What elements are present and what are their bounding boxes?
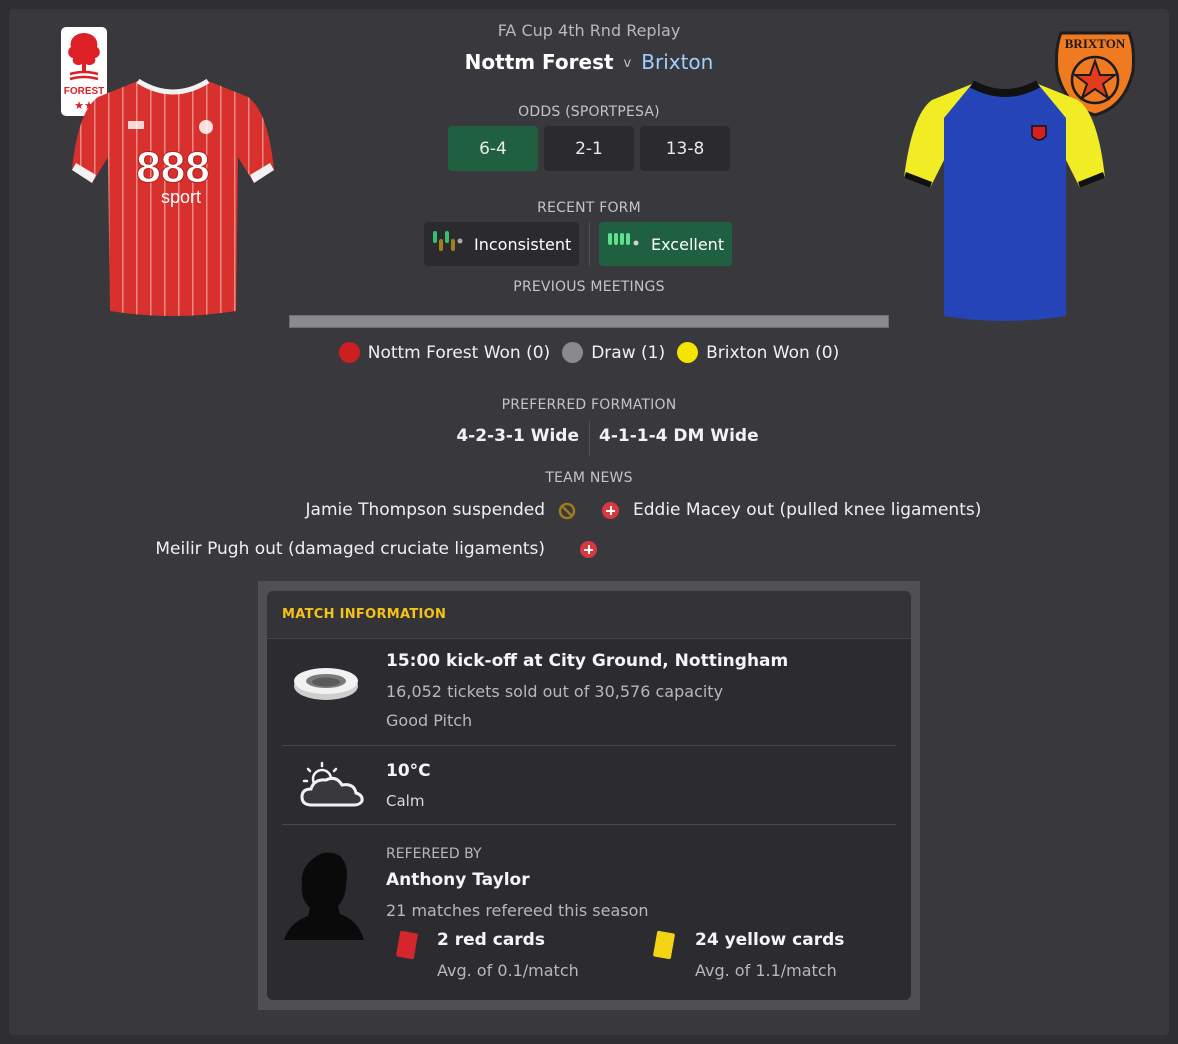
home-won-dot bbox=[338, 342, 360, 363]
away-form-badge[interactable]: Excellent bbox=[599, 222, 732, 266]
red-card-icon bbox=[393, 930, 421, 966]
match-information-title: MATCH INFORMATION bbox=[282, 607, 447, 622]
previous-meetings-label: PREVIOUS MEETINGS bbox=[513, 279, 665, 295]
stadium-icon bbox=[292, 664, 360, 708]
form-bars-icon bbox=[607, 229, 643, 259]
partly-cloudy-icon bbox=[298, 759, 366, 815]
referee-name[interactable]: Anthony Taylor bbox=[386, 870, 530, 890]
wind-text: Calm bbox=[386, 792, 425, 810]
team-news-label: TEAM NEWS bbox=[545, 470, 633, 486]
versus-label: v bbox=[623, 56, 632, 71]
form-divider bbox=[589, 222, 590, 266]
referee-matches-text: 21 matches refereed this season bbox=[386, 901, 649, 920]
away-won-dot bbox=[677, 342, 699, 363]
home-team-link[interactable]: Nottm Forest bbox=[465, 50, 614, 74]
yellow-avg-text: Avg. of 1.1/match bbox=[695, 961, 837, 980]
competition-name: FA Cup 4th Rnd Replay bbox=[497, 21, 681, 40]
suspended-icon bbox=[558, 502, 576, 524]
meetings-legend: Nottm Forest Won (0) Draw (1) Brixton Wo… bbox=[0, 342, 1178, 363]
away-form-text: Excellent bbox=[651, 234, 725, 254]
away-formation: 4-1-1-4 DM Wide bbox=[599, 426, 759, 446]
home-form-text: Inconsistent bbox=[474, 234, 572, 254]
away-news-item[interactable]: Eddie Macey out (pulled knee ligaments) bbox=[633, 500, 1033, 520]
meetings-bar bbox=[289, 315, 889, 328]
home-formation: 4-2-3-1 Wide bbox=[456, 426, 579, 446]
pitch-text: Good Pitch bbox=[386, 711, 473, 730]
away-team-link[interactable]: Brixton bbox=[641, 50, 713, 74]
home-form-badge[interactable]: Inconsistent bbox=[424, 222, 579, 266]
home-news-item[interactable]: Jamie Thompson suspended bbox=[200, 500, 545, 520]
recent-form-label: RECENT FORM bbox=[537, 200, 641, 216]
red-avg-text: Avg. of 0.1/match bbox=[437, 961, 579, 980]
yellow-card-icon bbox=[650, 930, 678, 966]
venue-text[interactable]: 15:00 kick-off at City Ground, Nottingha… bbox=[386, 651, 788, 671]
formation-label: PREFERRED FORMATION bbox=[501, 397, 677, 413]
away-won-text: Brixton Won (0) bbox=[706, 342, 840, 363]
draw-odds-button[interactable]: 2-1 bbox=[544, 126, 634, 171]
injury-icon bbox=[580, 541, 598, 558]
yellow-cards-text: 24 yellow cards bbox=[695, 930, 845, 950]
odds-label: ODDS (SPORTPESA) bbox=[518, 104, 660, 120]
referee-label: REFEREED BY bbox=[386, 846, 482, 862]
form-bars-icon bbox=[432, 229, 466, 259]
away-odds-button[interactable]: 13-8 bbox=[640, 126, 730, 171]
svg-text:888: 888 bbox=[136, 143, 209, 192]
injury-icon bbox=[602, 502, 619, 519]
divider bbox=[282, 745, 896, 746]
draw-text: Draw (1) bbox=[591, 342, 666, 363]
draw-dot bbox=[562, 342, 584, 363]
home-odds-button[interactable]: 6-4 bbox=[448, 126, 538, 171]
referee-avatar[interactable] bbox=[284, 848, 366, 944]
temperature-text: 10°C bbox=[386, 761, 431, 781]
red-cards-text: 2 red cards bbox=[437, 930, 545, 950]
divider bbox=[282, 824, 896, 825]
home-won-text: Nottm Forest Won (0) bbox=[367, 342, 551, 363]
fixture-title: Nottm Forest v Brixton bbox=[0, 50, 1178, 74]
home-news-item[interactable]: Meilir Pugh out (damaged cruciate ligame… bbox=[100, 539, 545, 559]
tickets-text: 16,052 tickets sold out of 30,576 capaci… bbox=[386, 682, 724, 701]
formation-divider bbox=[589, 420, 590, 456]
